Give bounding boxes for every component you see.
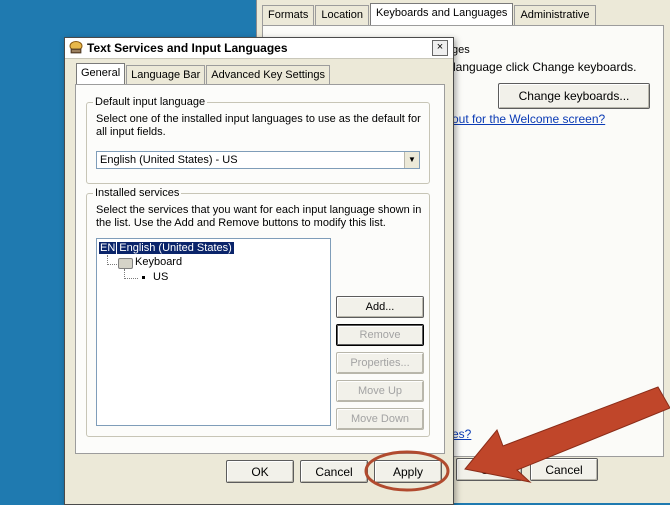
group-label-partial: ges: [452, 44, 470, 56]
move-down-button[interactable]: Move Down: [336, 408, 424, 430]
default-language-description: Select one of the installed input langua…: [96, 113, 421, 138]
default-language-value: English (United States) - US: [100, 154, 238, 166]
region-cancel-button[interactable]: Cancel: [530, 458, 598, 481]
dialog-title: Text Services and Input Languages: [87, 41, 288, 55]
dialog-titlebar[interactable]: Text Services and Input Languages ×: [65, 38, 453, 59]
keyboard-icon: [118, 258, 133, 269]
default-language-group: Default input language Select one of the…: [86, 96, 430, 184]
tree-item-keyboard[interactable]: Keyboard: [135, 255, 182, 269]
keyboard-globe-icon: [69, 41, 83, 54]
language-badge: EN: [99, 242, 118, 254]
region-ok-button[interactable]: OK: [456, 458, 522, 481]
cancel-button[interactable]: Cancel: [300, 460, 368, 483]
tab-location[interactable]: Location: [315, 5, 369, 26]
installed-services-group: Installed services Select the services t…: [86, 187, 430, 437]
tab-language-bar[interactable]: Language Bar: [126, 65, 206, 86]
services-tree[interactable]: EN English (United States) Keyboard US: [96, 238, 331, 426]
partial-help-link[interactable]: es?: [452, 427, 471, 441]
apply-button[interactable]: Apply: [374, 460, 442, 483]
keyboards-instruction-text: language click Change keyboards.: [453, 60, 637, 74]
default-language-group-label: Default input language: [93, 96, 208, 108]
tab-keyboards-and-languages[interactable]: Keyboards and Languages: [369, 3, 514, 26]
close-button[interactable]: ×: [432, 40, 448, 56]
tab-general[interactable]: General: [76, 63, 126, 86]
tree-item-language[interactable]: EN English (United States): [99, 241, 234, 255]
tree-item-us-layout[interactable]: US: [153, 270, 168, 284]
text-services-dialog: Text Services and Input Languages × Gene…: [64, 37, 454, 505]
welcome-screen-link[interactable]: out for the Welcome screen?: [452, 112, 605, 126]
properties-button[interactable]: Properties...: [336, 352, 424, 374]
dropdown-arrow-icon[interactable]: ▼: [404, 152, 419, 168]
ok-button[interactable]: OK: [226, 460, 294, 483]
default-language-select[interactable]: English (United States) - US ▼: [96, 151, 420, 169]
bullet-icon: [142, 276, 145, 279]
general-tab-panel: Default input language Select one of the…: [75, 84, 445, 454]
change-keyboards-button[interactable]: Change keyboards...: [498, 83, 650, 109]
tree-connector: [107, 264, 117, 265]
tab-advanced-key-settings[interactable]: Advanced Key Settings: [206, 65, 331, 86]
tree-connector: [124, 278, 138, 279]
installed-services-group-label: Installed services: [93, 187, 182, 199]
tab-administrative[interactable]: Administrative: [514, 5, 596, 26]
move-up-button[interactable]: Move Up: [336, 380, 424, 402]
add-button[interactable]: Add...: [336, 296, 424, 318]
tab-formats[interactable]: Formats: [262, 5, 315, 26]
installed-services-description: Select the services that you want for ea…: [96, 204, 422, 229]
remove-button[interactable]: Remove: [336, 324, 424, 346]
language-name: English (United States): [117, 242, 234, 254]
